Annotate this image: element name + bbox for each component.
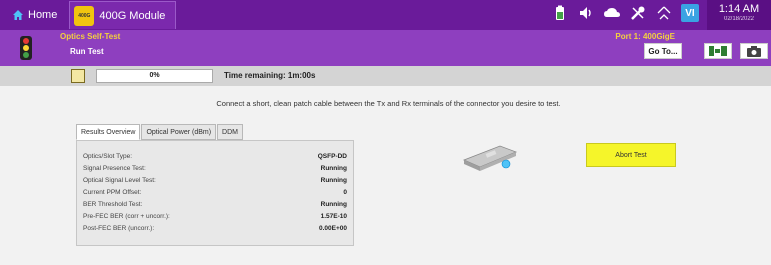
result-value: 0: [343, 189, 347, 196]
module-tab[interactable]: 400G 400G Module: [69, 1, 177, 29]
camera-icon: [747, 46, 761, 57]
tab-optical-power[interactable]: Optical Power (dBm): [141, 124, 217, 140]
result-value: Running: [320, 201, 347, 208]
goto-button[interactable]: Go To...: [644, 43, 682, 59]
module-label: 400G Module: [99, 9, 166, 22]
result-row: Pre-FEC BER (corr + uncorr.): 1.57E-10: [83, 213, 347, 224]
result-label: BER Threshold Test:: [83, 201, 143, 208]
vi-button[interactable]: VI: [681, 4, 699, 22]
system-bar: Home 400G 400G Module VI 1:14 AM 02/18/2…: [0, 0, 771, 30]
layout-button[interactable]: [704, 43, 732, 59]
tab-results-overview[interactable]: Results Overview: [76, 124, 141, 140]
result-row: Optics/Slot Type: QSFP-DD: [83, 153, 347, 164]
result-label: Pre-FEC BER (corr + uncorr.):: [83, 213, 170, 220]
clock-date: 02/18/2022: [723, 16, 755, 22]
tools-icon[interactable]: [629, 4, 647, 22]
clock: 1:14 AM 02/18/2022: [707, 0, 771, 30]
module-chip-text: 400G: [78, 12, 91, 19]
transceiver-icon: [462, 145, 518, 171]
result-row: Optical Signal Level Test: Running: [83, 177, 347, 188]
result-row: BER Threshold Test: Running: [83, 201, 347, 212]
result-value: Running: [320, 165, 347, 172]
home-icon: [13, 10, 23, 20]
progress-row: 0% Time remaining: 1m:00s: [0, 66, 771, 86]
traffic-light-icon: [20, 36, 32, 60]
result-value: 0.00E+00: [318, 225, 347, 232]
result-label: Signal Presence Test:: [83, 165, 146, 172]
test-status-icon[interactable]: [71, 69, 85, 83]
cloud-icon[interactable]: [603, 4, 621, 22]
module-chip-icon: 400G: [74, 5, 95, 26]
screenshot-button[interactable]: [740, 43, 768, 59]
home-button[interactable]: Home: [0, 0, 65, 30]
time-remaining: Time remaining: 1m:00s: [224, 71, 316, 80]
result-row: Signal Presence Test: Running: [83, 165, 347, 176]
port-label: Port 1: 400GigE: [615, 32, 675, 41]
tab-ddm[interactable]: DDM: [217, 124, 243, 140]
status-icons: VI: [551, 4, 699, 22]
results-panel: Optics/Slot Type: QSFP-DD Signal Presenc…: [76, 140, 354, 246]
results-tabs: Results Overview Optical Power (dBm) DDM: [76, 124, 244, 140]
page-title: Run Test: [70, 47, 104, 56]
result-value: 1.57E-10: [320, 213, 347, 220]
result-value: Running: [320, 177, 347, 184]
layout-icon: [709, 46, 727, 56]
speaker-icon[interactable]: [577, 4, 595, 22]
app-window: Home 400G 400G Module VI 1:14 AM 02/18/2…: [0, 0, 771, 265]
app-title: Optics Self-Test: [60, 32, 121, 41]
clock-time: 1:14 AM: [718, 3, 760, 15]
result-row: Current PPM Offset: 0: [83, 189, 347, 200]
result-value: QSFP-DD: [317, 153, 347, 160]
instruction-text: Connect a short, clean patch cable betwe…: [216, 99, 561, 108]
network-icon[interactable]: [655, 4, 673, 22]
result-label: Current PPM Offset:: [83, 189, 142, 196]
result-label: Optical Signal Level Test:: [83, 177, 156, 184]
abort-test-button[interactable]: Abort Test: [586, 143, 676, 167]
result-label: Post-FEC BER (uncorr.):: [83, 225, 155, 232]
progress-bar: 0%: [96, 69, 213, 83]
result-label: Optics/Slot Type:: [83, 153, 133, 160]
app-header: Optics Self-Test Run Test Port 1: 400Gig…: [0, 30, 771, 66]
result-row: Post-FEC BER (uncorr.): 0.00E+00: [83, 225, 347, 236]
battery-icon[interactable]: [551, 4, 569, 22]
progress-percent: 0%: [149, 72, 160, 79]
home-label: Home: [28, 9, 58, 21]
